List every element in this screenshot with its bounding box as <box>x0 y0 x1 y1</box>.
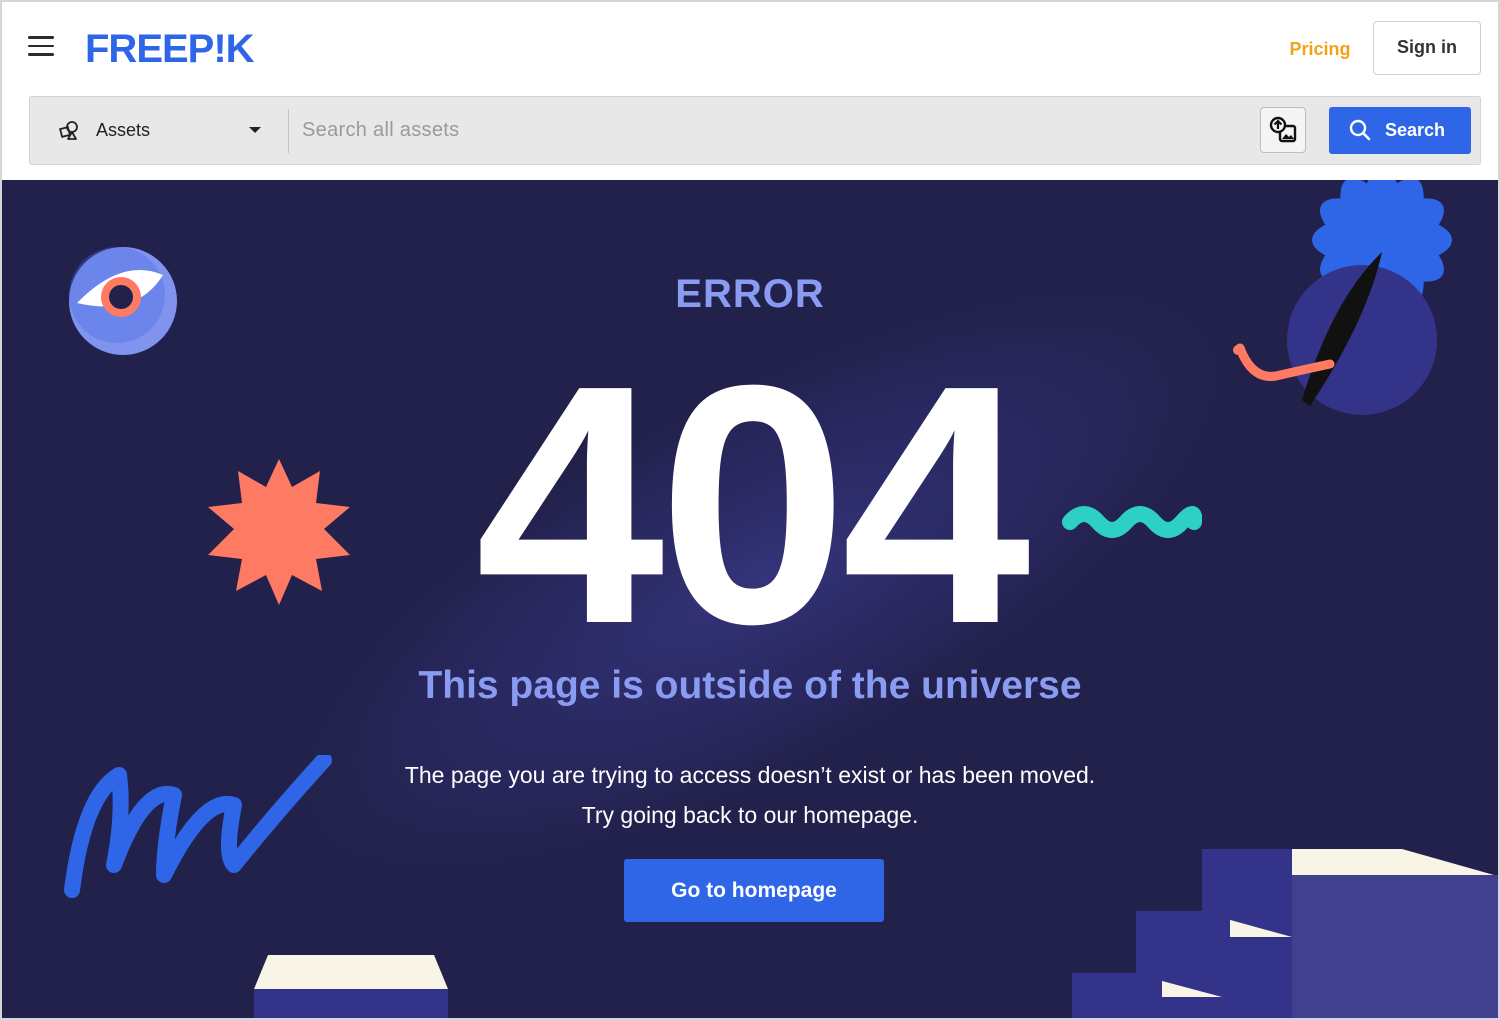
error-headline: This page is outside of the universe <box>418 664 1082 707</box>
caret-down-icon <box>249 127 261 133</box>
pedestal-illustration <box>254 955 448 1018</box>
svg-text:FREEP!K: FREEP!K <box>85 27 255 70</box>
search-icon <box>1349 119 1371 141</box>
search-button[interactable]: Search <box>1329 107 1471 154</box>
error-description: The page you are trying to access doesn’… <box>2 755 1498 835</box>
search-divider <box>288 109 289 153</box>
image-search-button[interactable] <box>1260 107 1306 153</box>
error-code: 404 <box>475 315 1030 695</box>
sign-in-button[interactable]: Sign in <box>1373 21 1481 75</box>
error-label: ERROR <box>675 272 825 316</box>
assets-icon <box>58 121 78 140</box>
pricing-link[interactable]: Pricing <box>1272 34 1368 64</box>
search-input[interactable] <box>302 107 1252 153</box>
page-frame: FREEP!K Pricing Sign in Assets Search al… <box>0 0 1500 1020</box>
top-bar: FREEP!K Pricing Sign in <box>2 2 1498 96</box>
stairs-illustration <box>1072 849 1498 1018</box>
assets-dropdown-label: Assets <box>96 120 151 140</box>
assets-dropdown[interactable]: Assets <box>30 97 288 163</box>
menu-icon[interactable] <box>28 36 58 62</box>
error-hero: ERROR 404 This page is outside of the un… <box>2 180 1498 1018</box>
error-description-line-1: The page you are trying to access doesn’… <box>404 762 1096 788</box>
search-bar: Assets Search <box>29 96 1481 165</box>
image-search-icon <box>1269 116 1297 143</box>
search-button-label: Search <box>1385 120 1446 140</box>
go-to-homepage-button[interactable]: Go to homepage <box>624 859 884 922</box>
freepik-logo[interactable]: FREEP!K <box>85 26 285 70</box>
error-description-line-2: Try going back to our homepage. <box>581 802 919 828</box>
